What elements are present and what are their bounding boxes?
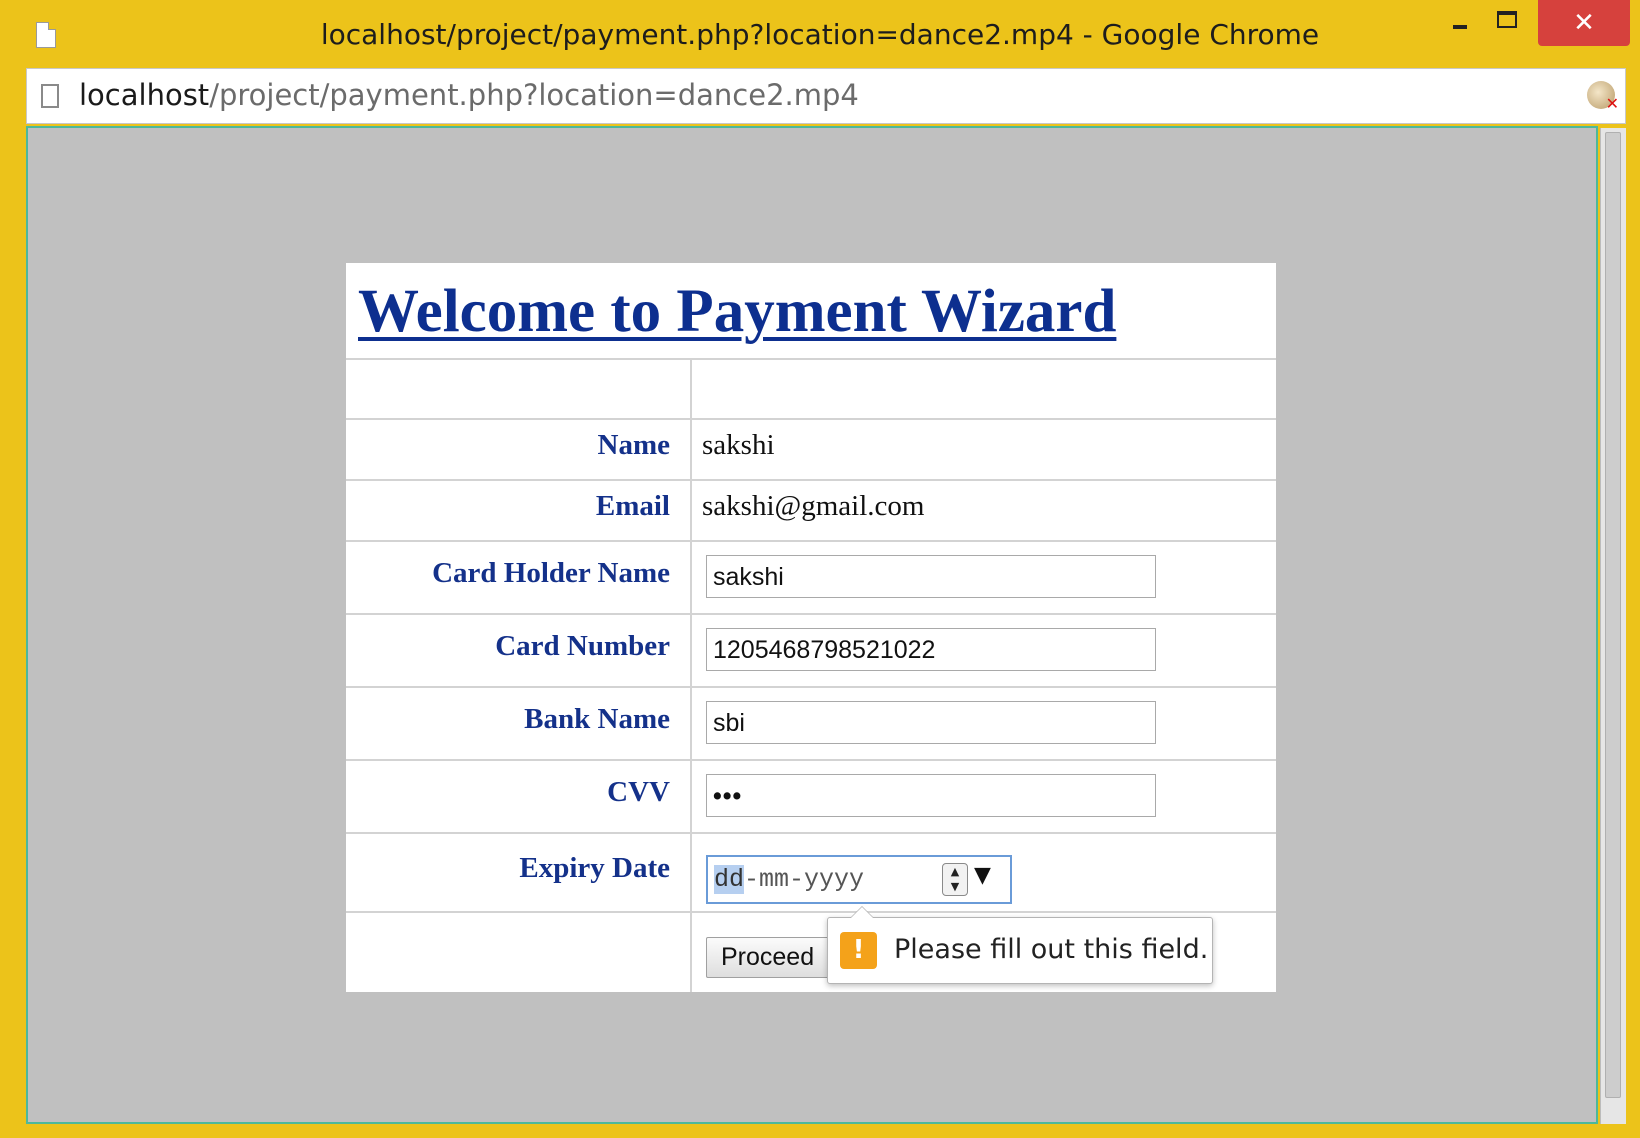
expiry-month-year-segment[interactable]: -mm-yyyy: [744, 865, 864, 894]
plugin-blocked-icon[interactable]: ✕: [1587, 81, 1619, 113]
url-text[interactable]: localhost/project/payment.php?location=d…: [79, 78, 859, 112]
email-label: Email: [595, 490, 670, 522]
column-divider: [690, 358, 692, 992]
scrollbar-thumb[interactable]: [1605, 132, 1621, 1098]
tooltip-arrow: [850, 906, 874, 918]
url-host: localhost: [79, 78, 210, 112]
cvv-input[interactable]: •••: [706, 774, 1156, 817]
vertical-scrollbar[interactable]: [1600, 128, 1626, 1124]
row-divider: [346, 540, 1276, 542]
url-path: /project/payment.php?location=dance2.mp4: [209, 78, 859, 112]
title-bar[interactable]: localhost/project/payment.php?location=d…: [0, 0, 1640, 70]
minimize-icon: [1453, 25, 1467, 29]
row-divider: [346, 613, 1276, 615]
expiry-date-label: Expiry Date: [519, 852, 670, 884]
row-divider: [346, 418, 1276, 420]
maximize-button[interactable]: [1485, 0, 1529, 44]
page-icon: [41, 84, 59, 108]
name-label: Name: [597, 429, 670, 461]
expiry-day-segment[interactable]: dd: [714, 865, 745, 894]
row-divider: [346, 759, 1276, 761]
maximize-icon: [1497, 10, 1517, 28]
proceed-button[interactable]: Proceed: [706, 937, 836, 978]
email-value: sakshi@gmail.com: [702, 490, 925, 522]
row-divider: [346, 479, 1276, 481]
expiry-date-input[interactable]: dd -mm-yyyy ▲ ▼ ▼: [706, 855, 1012, 904]
bank-name-label: Bank Name: [524, 703, 670, 735]
validation-message: Please fill out this field.: [894, 934, 1209, 965]
row-divider: [346, 686, 1276, 688]
name-value: sakshi: [702, 429, 775, 461]
close-button[interactable]: ✕: [1538, 0, 1630, 46]
browser-window: localhost/project/payment.php?location=d…: [0, 0, 1640, 1138]
warning-icon: !: [840, 932, 877, 969]
payment-form: Welcome to Payment Wizard Name sakshi Em…: [346, 263, 1276, 992]
cvv-label: CVV: [607, 776, 670, 808]
row-divider: [346, 832, 1276, 834]
spinner-icon[interactable]: ▲ ▼: [942, 863, 968, 896]
window-title: localhost/project/payment.php?location=d…: [320, 18, 1320, 51]
address-bar[interactable]: localhost/project/payment.php?location=d…: [26, 68, 1626, 124]
card-holder-name-label: Card Holder Name: [432, 557, 670, 589]
card-number-input[interactable]: 1205468798521022: [706, 628, 1156, 671]
row-divider: [346, 358, 1276, 360]
close-icon: ✕: [1573, 8, 1595, 38]
minimize-button[interactable]: [1440, 0, 1480, 44]
page-title: Welcome to Payment Wizard: [358, 278, 1117, 345]
dropdown-arrow-icon[interactable]: ▼: [974, 863, 991, 888]
bank-name-input[interactable]: sbi: [706, 701, 1156, 744]
blocked-x-icon: ✕: [1605, 94, 1619, 113]
row-divider: [346, 911, 1276, 913]
card-holder-name-input[interactable]: sakshi: [706, 555, 1156, 598]
validation-tooltip: ! Please fill out this field.: [827, 906, 1213, 984]
card-number-label: Card Number: [495, 630, 670, 662]
